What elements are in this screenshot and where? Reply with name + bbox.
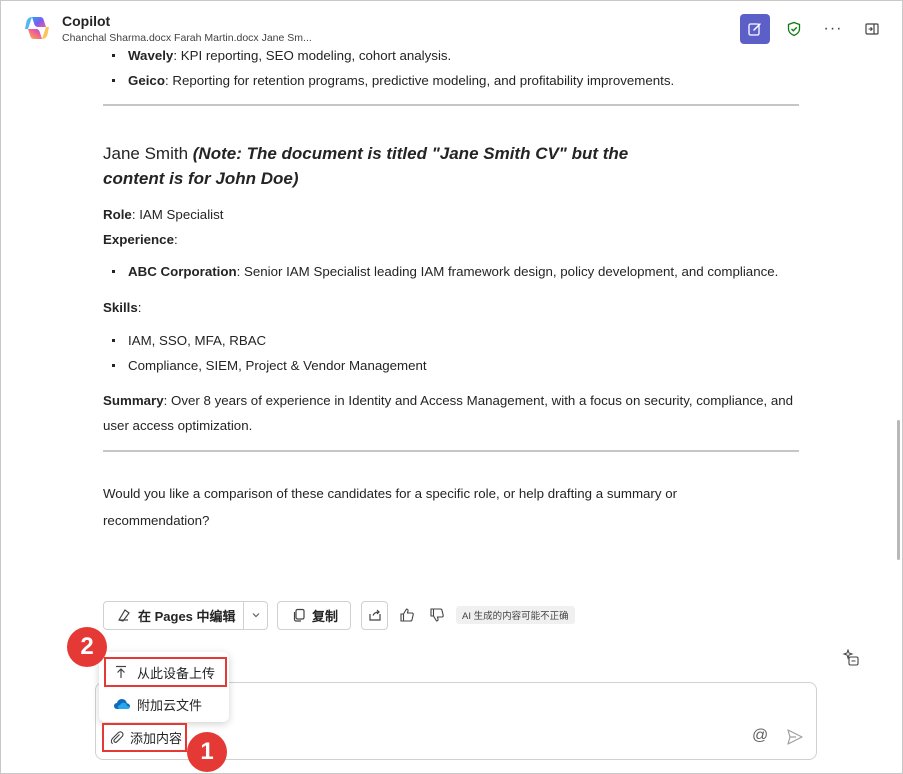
paperclip-icon <box>110 730 124 744</box>
attach-menu: 从此设备上传 附加云文件 <box>99 652 229 722</box>
edit-in-pages-button[interactable]: 在 Pages 中编辑 <box>103 600 268 630</box>
thumbs-up-icon <box>400 608 414 622</box>
open-in-panel-button[interactable] <box>857 14 887 44</box>
list-item: Compliance, SIEM, Project & Vendor Manag… <box>103 353 803 378</box>
copilot-logo <box>25 17 49 39</box>
share-icon <box>368 609 381 621</box>
dislike-button[interactable] <box>426 604 448 626</box>
list-item: IAM, SSO, MFA, RBAC <box>103 328 803 353</box>
thumbs-down-icon <box>430 608 444 622</box>
list-item: ABC Corporation: Senior IAM Specialist l… <box>103 259 803 284</box>
send-icon[interactable] <box>786 728 804 746</box>
role-line: Role: IAM Specialist <box>103 207 224 222</box>
onedrive-cloud-icon <box>114 699 130 709</box>
divider <box>103 104 799 106</box>
summary-line: Summary: Over 8 years of experience in I… <box>103 393 794 433</box>
step-badge-1: 1 <box>187 732 227 772</box>
upload-from-device-item[interactable]: 从此设备上传 <box>104 657 227 687</box>
copy-icon <box>293 608 305 622</box>
mention-button[interactable]: @ <box>752 727 768 745</box>
prompt-gallery-icon[interactable] <box>842 649 860 667</box>
follow-up-question: Would you like a comparison of these can… <box>103 486 678 528</box>
new-chat-icon <box>748 23 761 36</box>
ai-disclaimer-badge: AI 生成的内容可能不正确 <box>456 606 575 624</box>
share-button[interactable] <box>361 600 388 630</box>
pages-icon <box>118 609 130 622</box>
list-item: Geico: Reporting for retention programs,… <box>103 68 803 93</box>
skills-label: Skills: <box>103 300 142 315</box>
app-title: Copilot <box>62 13 111 29</box>
list-item: Wavely: KPI reporting, SEO modeling, coh… <box>103 43 803 68</box>
like-button[interactable] <box>396 604 418 626</box>
upload-icon <box>116 665 126 678</box>
more-options-button[interactable]: ··· <box>818 14 848 44</box>
divider <box>103 450 799 452</box>
response-action-bar: 在 Pages 中编辑 复制 AI 生成的内容可能不正确 <box>103 600 575 630</box>
add-content-button[interactable]: 添加内容 <box>102 723 187 752</box>
open-panel-icon <box>865 23 879 35</box>
experience-label: Experience: <box>103 232 178 247</box>
more-icon: ··· <box>823 20 843 37</box>
scrollbar[interactable] <box>897 420 900 560</box>
edit-dropdown-toggle[interactable] <box>243 601 267 629</box>
chevron-down-icon <box>252 613 259 618</box>
candidate-heading: Jane Smith (Note: The document is titled… <box>103 144 629 188</box>
step-badge-2: 2 <box>67 627 107 667</box>
copy-button[interactable]: 复制 <box>277 600 351 630</box>
attach-cloud-file-item[interactable]: 附加云文件 <box>105 689 202 719</box>
response-content: Wavely: KPI reporting, SEO modeling, coh… <box>103 40 803 534</box>
shield-check-icon <box>787 21 801 37</box>
